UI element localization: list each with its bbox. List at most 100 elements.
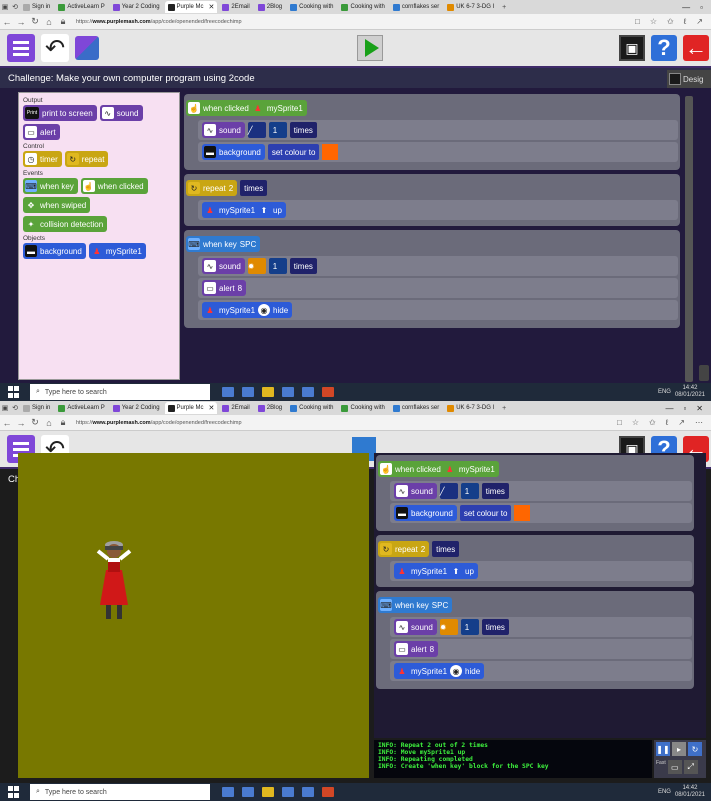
code-line[interactable]: ♟ mySprite1 ◉ hide <box>198 300 678 320</box>
minimize-icon[interactable]: — <box>665 404 673 413</box>
browser-tab[interactable]: Cooking with <box>338 402 387 414</box>
refresh-icon[interactable]: ↻ <box>28 16 42 27</box>
code-line[interactable]: ∿ sound ╱ 1 times <box>198 120 678 140</box>
design-button[interactable]: Desig <box>667 70 711 88</box>
browser-tab[interactable]: Cooking with <box>338 1 387 13</box>
windows-start-icon[interactable] <box>8 786 22 798</box>
powerpoint-icon[interactable] <box>322 787 334 797</box>
back-arrow-icon[interactable]: ← <box>0 17 14 27</box>
sprite-hide-block[interactable]: ♟ mySprite1 ◉ hide <box>394 663 485 679</box>
powerpoint-icon[interactable] <box>322 387 334 397</box>
browser-tab[interactable]: Year 2 Coding <box>110 1 163 13</box>
back-arrow-icon[interactable]: ← <box>0 418 14 428</box>
collision-detection-block[interactable]: ✦ collision detection <box>23 216 108 232</box>
step-button[interactable]: ▸ <box>672 742 686 756</box>
code-line[interactable]: ♟ mySprite1 ⬆ up <box>198 200 678 220</box>
code-line[interactable]: ∿ sound ╱ 1 times <box>390 481 692 501</box>
browser-tab[interactable]: Sign in <box>20 402 53 414</box>
code-line[interactable]: ∿ sound ✹ 1 times <box>198 256 678 276</box>
close-tab-icon[interactable]: ✕ <box>209 404 215 412</box>
taskbar-search-field[interactable]: ⌕ Type here to search <box>30 784 210 800</box>
sound-block[interactable]: ∿ sound <box>202 258 245 274</box>
code-line[interactable]: ♟ mySprite1 ⬆ up <box>390 561 692 581</box>
tab-back-icon[interactable]: ⟲ <box>10 3 20 11</box>
pause-button[interactable]: ❚❚ <box>656 742 670 756</box>
sprite-move-block[interactable]: ♟ mySprite1 ⬆ up <box>202 202 286 218</box>
browser-tab[interactable]: ActiveLearn P <box>55 1 107 13</box>
minimize-icon[interactable]: — <box>682 3 690 12</box>
browser-tab[interactable]: 2Blog <box>255 1 285 13</box>
alert-block[interactable]: ▭ alert 8 <box>202 280 247 296</box>
repeat-count[interactable]: 1 <box>460 619 479 635</box>
help-button[interactable]: ? <box>651 35 677 61</box>
repeat-block[interactable]: ↻ repeat 2 <box>378 541 430 557</box>
taskbar-search-field[interactable]: ⌕ Type here to search <box>30 384 210 400</box>
share-icon[interactable]: ↗ <box>678 418 685 427</box>
task-view-icon[interactable] <box>222 387 234 397</box>
sound-block[interactable]: ∿ sound <box>99 105 143 121</box>
browser-tab[interactable]: Sign in <box>20 1 53 13</box>
browser-tab[interactable]: ActiveLearn P <box>55 402 107 414</box>
browser-tab-active[interactable]: Purple Mc ✕ <box>164 1 218 13</box>
explorer-icon[interactable] <box>262 387 274 397</box>
code-line[interactable]: ☝ when clicked ♟ mySprite1 <box>186 98 678 118</box>
when-key-block[interactable]: ⌨ when key SPC <box>186 236 261 252</box>
code-line[interactable]: ▬ background set colour to <box>390 503 692 523</box>
sprite-hide-block[interactable]: ♟ mySprite1 ◉ hide <box>202 302 293 318</box>
repeat-group[interactable]: ↻ repeat 2 times ♟ mySprite1 ⬆ up <box>184 174 680 226</box>
browser-tab[interactable]: Cooking with <box>287 1 336 13</box>
repeat-count[interactable]: 1 <box>268 122 287 138</box>
code-line[interactable]: ▭ alert 8 <box>390 639 692 659</box>
browser-tab[interactable]: 2Email <box>219 402 252 414</box>
tab-back-icon[interactable]: ⟲ <box>10 404 20 412</box>
reload-button[interactable]: ↻ <box>688 742 702 756</box>
share-icon[interactable]: ↗ <box>696 17 703 26</box>
code-scrollbar[interactable] <box>685 96 693 382</box>
repeat-block[interactable]: ↻ repeat <box>64 151 109 167</box>
background-block[interactable]: ▬ background <box>202 144 265 160</box>
sprite-object-block[interactable]: ♟ mySprite1 <box>88 243 146 259</box>
pen-icon[interactable]: ℓ <box>684 17 687 26</box>
browser-tab-active[interactable]: Purple Mc ✕ <box>164 402 218 414</box>
repeat-count[interactable]: 1 <box>268 258 287 274</box>
browser-tab[interactable]: UK 6-7 3-DG I <box>444 402 497 414</box>
browser-tab[interactable]: Cooking with <box>287 402 336 414</box>
when-clicked-group[interactable]: ☝ when clicked ♟ mySprite1 ∿ sound ╱ 1 times… <box>184 94 680 170</box>
sound-choice-icon[interactable]: ╱ <box>439 483 458 499</box>
sound-block[interactable]: ∿ sound <box>394 483 437 499</box>
maximize-icon[interactable]: ▫ <box>683 404 686 413</box>
alert-block[interactable]: ▭ alert 8 <box>394 641 439 657</box>
repeat-count[interactable]: 1 <box>460 483 479 499</box>
when-key-block[interactable]: ⌨ when key SPC <box>378 597 453 613</box>
language-indicator[interactable]: ENG <box>658 789 671 795</box>
trash-icon[interactable] <box>699 365 709 381</box>
outlook-icon[interactable] <box>282 787 294 797</box>
url-field[interactable]: https://www.purplemash.com/app/code/open… <box>76 420 242 426</box>
code-line[interactable]: ☝ when clicked ♟ mySprite1 <box>378 459 692 479</box>
repeat-count[interactable]: 2 <box>421 545 425 554</box>
alert-block[interactable]: ▭ alert <box>23 124 60 140</box>
play-button[interactable] <box>357 35 383 61</box>
word-icon[interactable] <box>302 387 314 397</box>
colour-swatch[interactable] <box>514 505 531 521</box>
browser-tab[interactable]: 2Blog <box>255 402 285 414</box>
url-field[interactable]: https://www.purplemash.com/app/code/open… <box>76 19 242 25</box>
forward-arrow-icon[interactable]: → <box>14 418 28 428</box>
key-value[interactable]: SPC <box>240 240 256 249</box>
edge-icon[interactable] <box>242 787 254 797</box>
code-line[interactable]: ♟ mySprite1 ◉ hide <box>390 661 692 681</box>
when-key-block[interactable]: ⌨ when key <box>23 178 78 194</box>
sprite-girl-image[interactable] <box>94 535 134 625</box>
sound-choice-icon[interactable]: ╱ <box>247 122 266 138</box>
favorite-star-icon[interactable]: ☆ <box>632 418 639 427</box>
fullscreen-icon[interactable]: ⤢ <box>683 760 698 774</box>
maximize-icon[interactable]: ▫ <box>700 3 703 12</box>
code-line[interactable]: ▬ background set colour to <box>198 142 678 162</box>
alert-value[interactable]: 8 <box>430 645 434 654</box>
browser-tab[interactable]: cornflakes ser <box>390 1 442 13</box>
forward-arrow-icon[interactable]: → <box>14 17 28 27</box>
timer-block[interactable]: ◷ timer <box>23 151 62 167</box>
close-window-icon[interactable]: ✕ <box>696 404 703 413</box>
undo-button[interactable]: ↶ <box>41 34 69 62</box>
sound-block[interactable]: ∿ sound <box>202 122 245 138</box>
